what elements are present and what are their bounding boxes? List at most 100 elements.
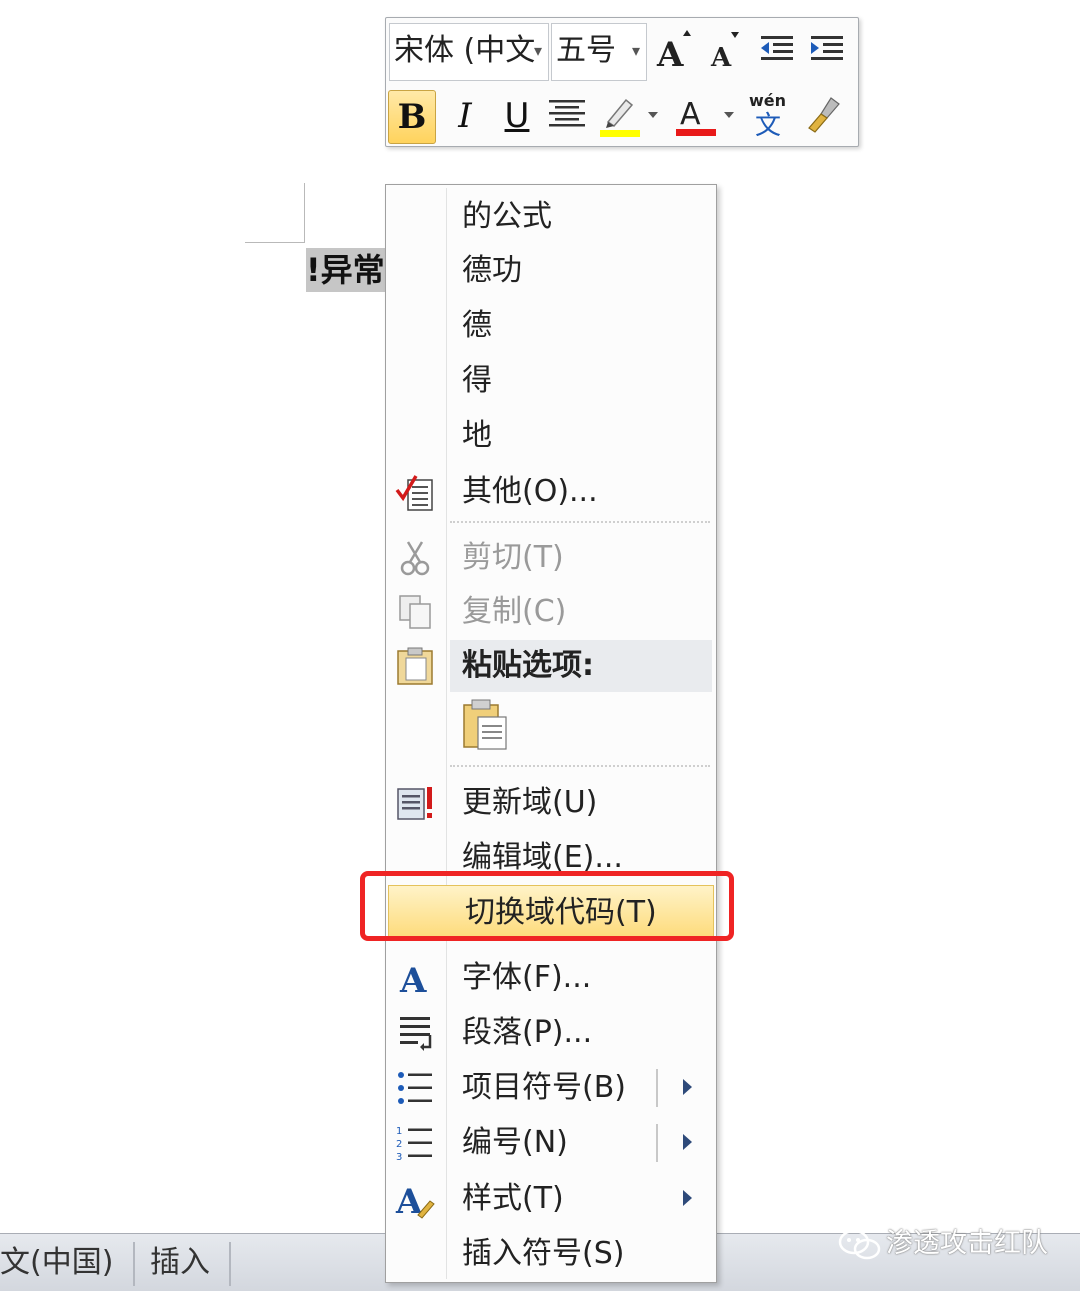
wechat-icon	[838, 1229, 881, 1259]
underline-button[interactable]: U	[494, 90, 540, 142]
submenu-divider	[656, 1124, 658, 1162]
page-margin-horizontal	[245, 242, 305, 243]
menu-item-label: 样式(T)	[462, 1181, 564, 1216]
page-margin-vertical	[304, 183, 305, 243]
submenu-divider	[656, 1069, 658, 1107]
shrink-font-button[interactable]: A	[702, 26, 748, 78]
menu-item-label: 编号(N)	[462, 1125, 568, 1160]
center-align-button[interactable]	[544, 90, 590, 142]
menu-item-insert-symbol[interactable]: 插入符号(S)	[386, 1227, 716, 1281]
menu-item-label: 复制(C)	[462, 594, 567, 629]
phonetic-guide-icon: wén 文	[749, 91, 786, 141]
svg-text:wén: wén	[749, 91, 786, 110]
styles-icon: A	[394, 1179, 436, 1222]
menu-item-suggestion-3[interactable]: 德	[386, 299, 716, 353]
bold-label: B	[397, 97, 427, 137]
font-size-value: 五号	[556, 33, 616, 68]
increase-indent-icon	[811, 36, 843, 60]
svg-text:1: 1	[396, 1126, 402, 1137]
menu-item-label: 剪切(T)	[462, 540, 564, 575]
menu-item-label: 得	[462, 363, 492, 398]
chevron-down-icon[interactable]: ▾	[534, 24, 542, 78]
font-name-combo[interactable]: 宋体 (中文 ▾	[389, 23, 549, 81]
context-menu: 的公式 德功 德 得 地 其他(O)... 剪切(T) 复制(C) 粘贴选项: …	[385, 184, 717, 1283]
svg-text:2: 2	[396, 1139, 402, 1150]
svg-text:A: A	[710, 43, 732, 72]
menu-item-cut: 剪切(T)	[386, 531, 716, 585]
bold-button[interactable]: B	[388, 90, 436, 144]
menu-item-label: 德功	[462, 253, 522, 288]
submenu-arrow-icon[interactable]	[683, 1079, 692, 1095]
submenu-arrow-icon[interactable]	[683, 1190, 692, 1206]
status-separator	[133, 1242, 135, 1286]
menu-item-label: 项目符号(B)	[462, 1070, 626, 1105]
phonetic-guide-button[interactable]: wén 文	[748, 90, 794, 142]
menu-item-font[interactable]: A 字体(F)...	[386, 951, 716, 1005]
status-separator	[229, 1242, 231, 1286]
menu-item-suggestion-2[interactable]: 德功	[386, 244, 716, 298]
menu-item-label: 的公式	[462, 199, 552, 234]
font-icon: A	[394, 958, 436, 1001]
spelling-options-icon	[394, 472, 436, 512]
increase-indent-button[interactable]	[804, 26, 850, 78]
font-color-icon: A	[676, 97, 734, 136]
menu-item-label: 更新域(U)	[462, 785, 598, 820]
svg-text:A: A	[680, 97, 701, 132]
menu-item-update-field[interactable]: 更新域(U)	[386, 776, 716, 830]
menu-item-numbering[interactable]: 1 2 3 编号(N)	[386, 1116, 716, 1170]
svg-text:3: 3	[396, 1152, 402, 1163]
align-center-icon	[549, 100, 585, 127]
scissors-icon	[394, 538, 436, 578]
menu-paste-options-header: 粘贴选项:	[386, 639, 716, 693]
grow-font-icon: A	[656, 30, 691, 75]
menu-item-suggestion-1[interactable]: 的公式	[386, 190, 716, 244]
menu-item-label: 德	[462, 308, 492, 343]
menu-item-label: 插入符号(S)	[462, 1236, 625, 1271]
selected-document-text[interactable]: !异常	[306, 248, 388, 292]
paragraph-icon	[394, 1013, 436, 1053]
mini-toolbar: 宋体 (中文 ▾ 五号 ▾ A A B I U A wén 文	[385, 17, 859, 147]
watermark: 渗透攻击红队	[838, 1224, 1048, 1264]
update-field-icon	[394, 783, 436, 823]
status-language[interactable]: 文(中国)	[0, 1234, 113, 1291]
menu-item-label: 其他(O)...	[462, 474, 598, 509]
menu-item-suggestion-4[interactable]: 得	[386, 354, 716, 408]
chevron-down-icon[interactable]: ▾	[632, 24, 640, 78]
decrease-indent-icon	[761, 36, 793, 60]
font-size-combo[interactable]: 五号 ▾	[551, 23, 647, 81]
font-color-button[interactable]: A	[672, 90, 742, 142]
paste-keep-source-button[interactable]	[462, 697, 510, 751]
clipboard-icon	[394, 646, 436, 686]
grow-font-button[interactable]: A	[652, 26, 698, 78]
menu-item-label: 字体(F)...	[462, 960, 592, 995]
paste-keep-formatting-icon	[463, 699, 507, 750]
menu-item-label: 地	[462, 418, 492, 453]
font-name-value: 宋体 (中文	[394, 33, 536, 68]
decrease-indent-button[interactable]	[754, 26, 800, 78]
bullets-icon	[394, 1068, 436, 1108]
menu-item-other[interactable]: 其他(O)...	[386, 465, 716, 519]
highlight-color-button[interactable]	[596, 90, 666, 142]
italic-label: I	[458, 96, 472, 136]
italic-button[interactable]: I	[442, 90, 488, 142]
format-painter-button[interactable]	[800, 90, 846, 142]
shrink-font-icon: A	[710, 32, 739, 73]
menu-item-label: 粘贴选项:	[462, 648, 594, 683]
status-insert-mode[interactable]: 插入	[150, 1234, 210, 1291]
menu-item-bullets[interactable]: 项目符号(B)	[386, 1061, 716, 1115]
numbering-icon: 1 2 3	[394, 1123, 436, 1163]
menu-item-label: 段落(P)...	[462, 1015, 593, 1050]
menu-item-copy: 复制(C)	[386, 585, 716, 639]
svg-text:文: 文	[755, 111, 781, 140]
annotation-highlight-box	[360, 871, 734, 941]
menu-item-suggestion-5[interactable]: 地	[386, 409, 716, 463]
highlighter-icon	[600, 98, 658, 137]
svg-text:A: A	[399, 961, 427, 998]
copy-icon	[394, 592, 436, 632]
watermark-text: 渗透攻击红队	[886, 1228, 1048, 1259]
submenu-arrow-icon[interactable]	[683, 1134, 692, 1150]
menu-item-paragraph[interactable]: 段落(P)...	[386, 1006, 716, 1060]
menu-item-styles[interactable]: A 样式(T)	[386, 1172, 716, 1226]
underline-label: U	[504, 96, 530, 136]
menu-separator	[450, 765, 710, 767]
